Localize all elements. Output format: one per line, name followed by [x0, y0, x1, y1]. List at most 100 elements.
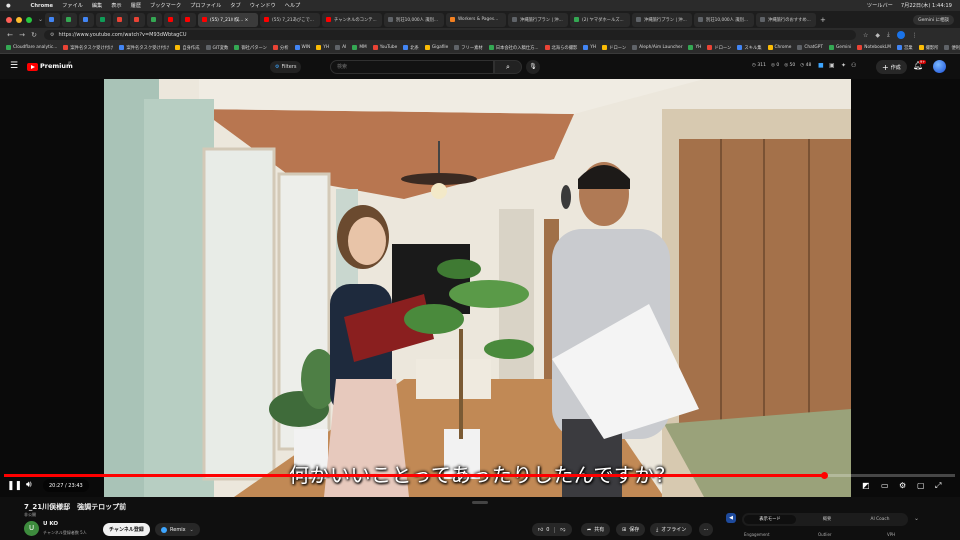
collapse-icon[interactable]: ⌄ [914, 515, 919, 522]
tab[interactable]: 沖縄旅行のおすすめ... [756, 12, 817, 27]
captions-icon[interactable]: ▭ [881, 481, 889, 490]
extension-icon-3[interactable]: ✦ [841, 62, 846, 69]
voice-search-icon[interactable]: 🎙 [526, 60, 540, 74]
subscribe-button[interactable]: チャンネル登録 [103, 523, 150, 536]
gemini-button[interactable]: Gemini に相談 [913, 14, 954, 25]
extension-icon-4[interactable]: ⚇ [851, 62, 856, 69]
offline-button[interactable]: ⤓ オフライン [650, 523, 693, 536]
tab[interactable]: チャンネルのコンテ... [322, 12, 383, 27]
menu-item[interactable]: ヘルプ [285, 2, 301, 9]
tab[interactable] [113, 12, 129, 27]
pause-icon[interactable]: ❚❚ [7, 481, 22, 491]
tab[interactable]: (55) 7_21あびこで... [260, 12, 321, 27]
like-button[interactable]: 👍︎ 0 👎︎ [532, 523, 572, 536]
create-button[interactable]: + 作成 [876, 60, 907, 74]
bookmark-item[interactable]: 日本会社の入稿仕方... [488, 45, 539, 51]
bookmark-item[interactable]: スキル集 [737, 45, 762, 51]
video-frame[interactable]: 何かいいことってあったりしたんですか? [104, 79, 851, 497]
filters-button[interactable]: ⚙ Filters [270, 61, 302, 73]
tab[interactable]: (2) ヤマダホールズ... [570, 12, 631, 27]
share-button[interactable]: ➦ 共有 [581, 523, 611, 536]
chrome-menu-icon[interactable]: ⋮ [912, 32, 918, 39]
bookmark-item[interactable]: 自身作成 [175, 45, 200, 51]
channel-name[interactable]: U KO [43, 521, 58, 527]
tab[interactable] [96, 12, 112, 27]
bookmark-item[interactable]: 案件名タスク受け付け [63, 45, 113, 51]
progress-bar[interactable] [4, 472, 955, 479]
menu-item[interactable]: 履歴 [131, 2, 141, 9]
reload-icon[interactable]: ↻ [28, 31, 40, 39]
bookmark-item[interactable]: 分析 [272, 45, 289, 51]
theater-mode-icon[interactable]: ▢ [917, 481, 925, 490]
clock[interactable]: 7月22日(木) 1:44:19 [901, 2, 952, 9]
profile-avatar[interactable] [896, 31, 905, 39]
tab[interactable] [79, 12, 95, 27]
bookmark-item[interactable]: Cloudflare analytic... [6, 45, 57, 50]
extension-panel-icon[interactable]: ◀ [726, 513, 736, 523]
bookmark-item[interactable]: 案件名タスク受け付け [119, 45, 169, 51]
tab[interactable] [62, 12, 78, 27]
tab-active[interactable]: (55) 7_21川俣... × [198, 12, 259, 27]
search-button[interactable]: ⌕ [494, 60, 522, 74]
minimize-window-icon[interactable] [16, 16, 22, 23]
bookmark-item[interactable]: Aleph/Aim Launcher [632, 45, 682, 50]
autoplay-icon[interactable]: ◩ [862, 481, 870, 490]
app-menu[interactable]: Chrome [31, 3, 54, 9]
bookmark-item[interactable]: WIN [294, 45, 310, 50]
tab[interactable] [45, 12, 61, 27]
search-input[interactable] [330, 60, 494, 74]
bookmark-item[interactable]: 営業 [897, 45, 913, 51]
new-tab-icon[interactable]: + [820, 16, 826, 24]
menubar-status-label[interactable]: ツールバー [867, 2, 893, 9]
close-window-icon[interactable] [6, 16, 12, 23]
progress-scrubber[interactable] [820, 472, 828, 479]
tab[interactable]: Workers & Pages... [446, 12, 507, 27]
tab[interactable] [130, 12, 146, 27]
bookmark-item[interactable]: GIT変数 [205, 45, 228, 51]
youtube-logo-icon[interactable] [27, 63, 38, 71]
bookmark-item[interactable]: MM [352, 45, 367, 50]
bookmark-item[interactable]: NotebookLM [857, 45, 891, 50]
bookmark-item[interactable]: Chrome [767, 45, 791, 50]
settings-icon[interactable]: ⚙ [899, 481, 906, 490]
bookmark-item[interactable]: 便利サイト [944, 45, 960, 51]
bookmark-item[interactable]: ドローン [707, 45, 731, 51]
bookmark-star-icon[interactable]: ☆ [863, 32, 868, 39]
tab[interactable] [164, 12, 180, 27]
tab[interactable]: 別荘10,000人 識別... [694, 12, 755, 27]
resize-handle[interactable] [472, 501, 488, 504]
apple-menu-icon[interactable]: ● [6, 3, 11, 9]
menu-item[interactable]: ファイル [62, 2, 83, 9]
menu-item[interactable]: タブ [230, 2, 240, 9]
site-info-icon[interactable]: ⚙ [50, 32, 54, 38]
bookmark-item[interactable]: YH [583, 45, 596, 50]
bookmark-item[interactable]: AI [335, 45, 346, 50]
menu-item[interactable]: ブックマーク [150, 2, 181, 9]
tab[interactable]: 沖縄旅行プラン | 沖... [508, 12, 569, 27]
save-button[interactable]: ⊞ 保存 [616, 523, 646, 536]
bookmark-item[interactable]: 撮影所 [918, 45, 938, 51]
tab[interactable] [147, 12, 163, 27]
dislike-icon[interactable]: 👎︎ [554, 526, 566, 533]
bookmark-item[interactable]: YH [688, 45, 701, 50]
extension-icon[interactable]: ◆ [875, 32, 880, 39]
back-icon[interactable]: ← [4, 31, 16, 39]
volume-icon[interactable]: 🔊︎ [26, 480, 32, 490]
bookmark-item[interactable]: 北海らの撮影 [544, 45, 577, 51]
bookmark-item[interactable]: Gigafile [424, 45, 448, 50]
menu-item[interactable]: 表示 [111, 2, 121, 9]
bookmark-item[interactable]: 北条 [403, 45, 419, 51]
menu-item[interactable]: 編集 [92, 2, 102, 9]
zoom-window-icon[interactable] [26, 16, 32, 23]
tab[interactable]: 沖縄旅行プラン | 沖... [632, 12, 693, 27]
address-bar[interactable]: ⚙ https://www.youtube.com/watch?v=M93dWb… [44, 30, 856, 40]
bookmark-item[interactable]: YouTube [372, 45, 397, 50]
channel-avatar[interactable]: U [24, 521, 39, 536]
bookmark-item[interactable]: フリー素材 [454, 45, 483, 51]
extension-icon-2[interactable]: ▣ [829, 62, 835, 69]
bookmark-item[interactable]: 御社パターン [234, 45, 267, 51]
account-avatar[interactable] [933, 60, 946, 73]
bookmark-item[interactable]: Gemini [828, 45, 851, 50]
extension-icon-1[interactable]: ■ [818, 62, 824, 69]
tab[interactable] [181, 12, 197, 27]
